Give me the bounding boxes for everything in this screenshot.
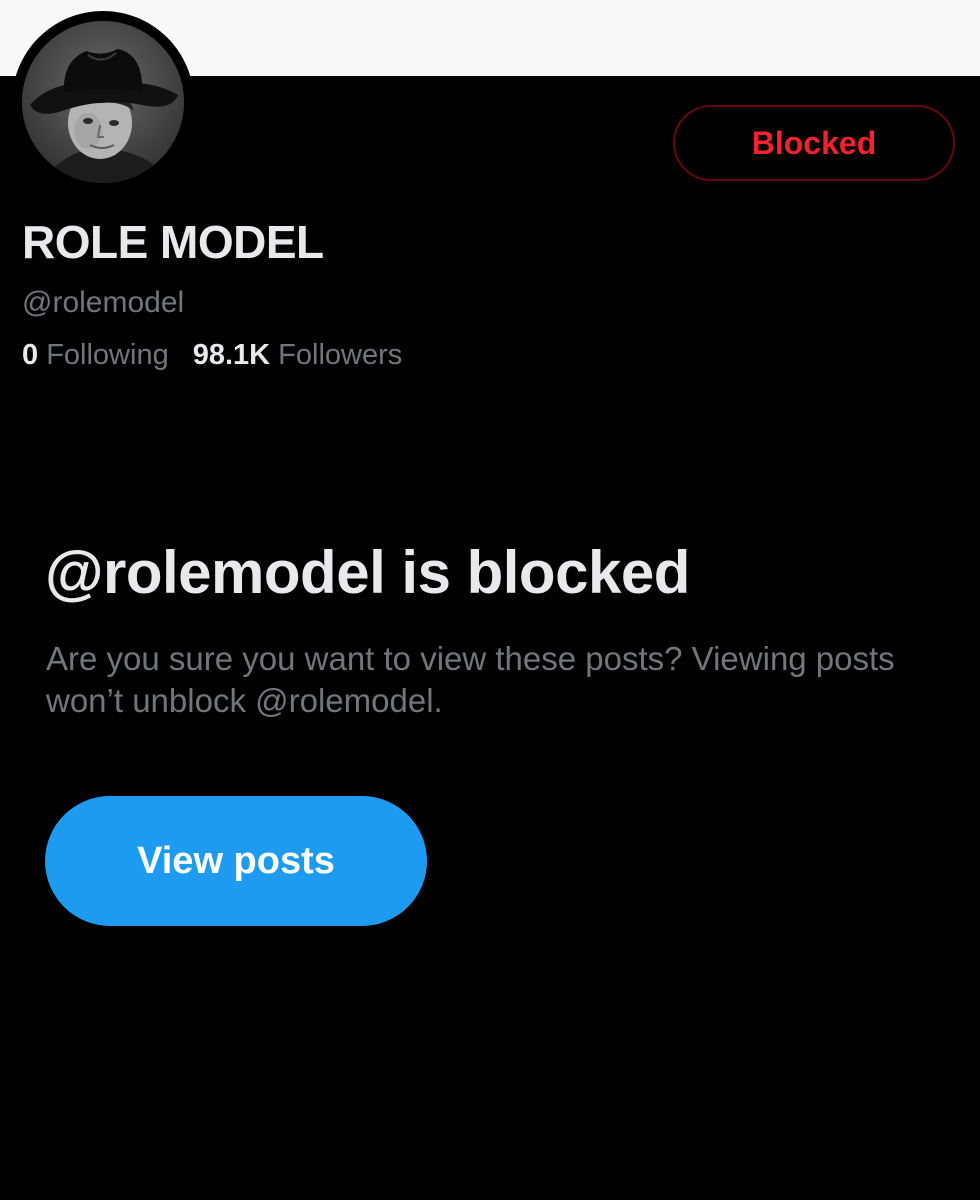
profile-stats: 0 Following 98.1K Followers [22,335,402,375]
blocked-notice-title: @rolemodel is blocked [45,539,690,606]
avatar[interactable] [22,21,184,183]
blocked-notice-description: Are you sure you want to view these post… [46,640,895,719]
profile-photo-icon [22,21,184,183]
followers-label: Followers [278,339,403,371]
display-name: ROLE MODEL [22,216,324,268]
followers-stat[interactable]: 98.1K Followers [193,335,403,375]
following-stat[interactable]: 0 Following [22,335,169,375]
blocked-button[interactable]: Blocked [673,105,955,181]
followers-count: 98.1K [192,339,271,371]
following-label: Following [46,339,169,371]
view-posts-button[interactable]: View posts [45,796,427,926]
profile-handle: @rolemodel [22,286,185,319]
following-count: 0 [22,339,39,371]
